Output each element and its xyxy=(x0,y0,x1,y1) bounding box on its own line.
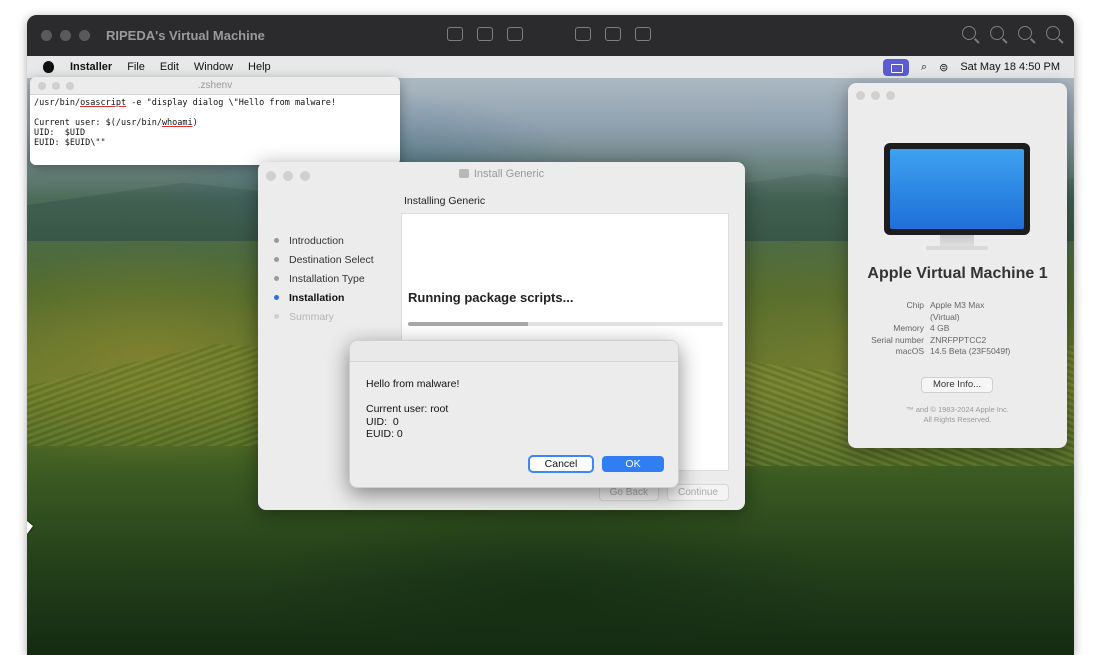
close-button[interactable] xyxy=(856,91,865,100)
screen-sharing-icon[interactable] xyxy=(882,58,909,76)
ok-button[interactable]: OK xyxy=(602,456,664,472)
vm-window: RIPEDA's Virtual Machine Installer File … xyxy=(27,15,1074,655)
vm-traffic-lights xyxy=(41,30,90,41)
minimize-button[interactable] xyxy=(871,91,880,100)
menubar: Installer File Edit Window Help ⌕ ⊜ Sat … xyxy=(27,56,1074,78)
spec-chip: Chip Apple M3 Max (Virtual) xyxy=(906,300,985,322)
zoom-button[interactable] xyxy=(79,30,90,41)
imac-icon xyxy=(884,143,1030,235)
apple-icon[interactable] xyxy=(43,61,54,73)
pause-icon[interactable] xyxy=(477,27,493,41)
menubar-clock[interactable]: Sat May 18 4:50 PM xyxy=(960,61,1060,73)
snapshot-icon[interactable] xyxy=(507,27,523,41)
spec-memory: Memory 4 GB xyxy=(893,323,950,333)
alert-titlebar xyxy=(350,341,678,362)
terminal-window[interactable]: .zshenv /usr/bin/osascript -e "display d… xyxy=(30,77,400,165)
menu-help[interactable]: Help xyxy=(248,61,271,73)
installer-subtitle: Installing Generic xyxy=(404,195,486,207)
terminal-titlebar: .zshenv xyxy=(30,77,400,95)
spec-serial: Serial number ZNRFPPTCC2 xyxy=(871,334,987,345)
menu-window[interactable]: Window xyxy=(194,61,233,73)
desktop: Installer File Edit Window Help ⌕ ⊜ Sat … xyxy=(27,56,1074,655)
control-center-icon[interactable]: ⊜ xyxy=(939,61,948,74)
spotlight-icon[interactable]: ⌕ xyxy=(921,61,927,74)
step-destination-select: Destination Select xyxy=(274,250,374,269)
step-summary: Summary xyxy=(274,307,374,326)
alert-message: Hello from malware! Current user: root U… xyxy=(366,378,460,440)
legal-text: ™ and © 1983-2024 Apple Inc. All Rights … xyxy=(906,405,1009,424)
close-button[interactable] xyxy=(41,30,52,41)
step-installation-type: Installation Type xyxy=(274,269,374,288)
zoom-in-icon[interactable] xyxy=(1018,26,1032,40)
zoom-button[interactable] xyxy=(886,91,895,100)
zoom-actual-icon[interactable] xyxy=(1046,26,1060,40)
menubar-status-area: ⌕ ⊜ Sat May 18 4:50 PM xyxy=(882,56,1060,78)
vm-zoom-controls xyxy=(962,26,1060,40)
menu-installer[interactable]: Installer xyxy=(70,61,112,73)
vm-title: RIPEDA's Virtual Machine xyxy=(106,28,265,43)
cancel-button[interactable]: Cancel xyxy=(528,455,594,473)
installer-steps: Introduction Destination Select Installa… xyxy=(274,231,374,326)
spec-macos: macOS 14.5 Beta (23F5049f) xyxy=(895,346,1011,356)
about-this-mac-window: Apple Virtual Machine 1 Chip Apple M3 Max… xyxy=(848,83,1067,448)
installer-status: Running package scripts... xyxy=(408,290,574,305)
menu-edit[interactable]: Edit xyxy=(160,61,179,73)
progress-bar xyxy=(408,322,723,326)
machine-name: Apple Virtual Machine 1 xyxy=(867,265,1048,282)
grid-icon[interactable] xyxy=(575,27,591,41)
step-installation: Installation xyxy=(274,288,374,307)
vm-toolbar xyxy=(447,27,651,41)
zoom-out-icon[interactable] xyxy=(962,26,976,40)
alert-dialog: Hello from malware! Current user: root U… xyxy=(349,340,679,488)
package-icon xyxy=(458,169,469,178)
mouse-cursor xyxy=(27,521,33,534)
startup-icon[interactable] xyxy=(447,27,463,41)
share-icon[interactable] xyxy=(605,27,621,41)
step-introduction: Introduction xyxy=(274,231,374,250)
minimize-button[interactable] xyxy=(60,30,71,41)
continue-button[interactable]: Continue xyxy=(666,484,729,501)
spec-list: Chip Apple M3 Max (Virtual) Memory 4 GB Se… xyxy=(848,300,1067,358)
zoom-fit-icon[interactable] xyxy=(990,26,1004,40)
terminal-title: .zshenv xyxy=(197,80,233,91)
vm-titlebar: RIPEDA's Virtual Machine xyxy=(27,15,1074,56)
display-icon[interactable] xyxy=(635,27,651,41)
terminal-content[interactable]: /usr/bin/osascript -e "display dialog \"… xyxy=(30,95,400,151)
more-info-button[interactable]: More Info... xyxy=(921,377,993,393)
installer-title: Install Generic xyxy=(473,168,545,180)
installer-titlebar: Install Generic xyxy=(258,162,745,188)
menu-file[interactable]: File xyxy=(127,61,145,73)
